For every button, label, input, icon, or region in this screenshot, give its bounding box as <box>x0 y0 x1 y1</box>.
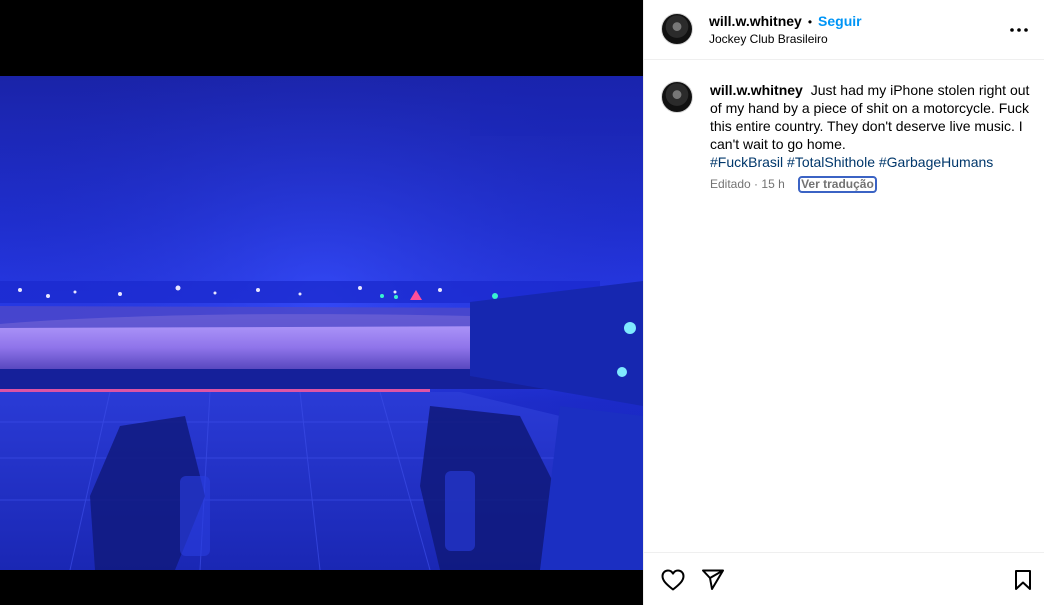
more-options-icon[interactable] <box>1007 18 1031 42</box>
location-link[interactable]: Jockey Club Brasileiro <box>709 31 828 47</box>
post-time[interactable]: 15 h <box>761 177 784 191</box>
caption-username[interactable]: will.w.whitney <box>710 82 803 98</box>
media-pane <box>0 0 643 605</box>
header-user-line: will.w.whitney • Seguir <box>709 12 862 31</box>
edited-label: Editado <box>710 177 751 191</box>
caption-avatar[interactable] <box>661 81 693 113</box>
see-translation-button[interactable]: Ver tradução <box>798 176 877 193</box>
avatar[interactable] <box>661 13 693 45</box>
hashtag-garbagehumans[interactable]: #GarbageHumans <box>879 154 993 170</box>
caption-meta: Editado · 15 h Ver tradução <box>710 176 877 193</box>
hashtag-fuckbrasil[interactable]: #FuckBrasil <box>710 154 783 170</box>
time-separator: · <box>754 177 759 191</box>
hashtag-totalshithole[interactable]: #TotalShithole <box>787 154 875 170</box>
action-bar <box>644 552 1044 605</box>
heart-icon[interactable] <box>660 567 686 593</box>
post-photo[interactable] <box>0 76 643 570</box>
post-details-panel: will.w.whitney • Seguir Jockey Club Brasil… <box>643 0 1044 605</box>
caption-text: will.w.whitney Just had my iPhone stolen… <box>710 81 1030 171</box>
instagram-post-view: will.w.whitney • Seguir Jockey Club Brasil… <box>0 0 1044 605</box>
bookmark-icon[interactable] <box>1010 567 1036 593</box>
concert-photo-illustration <box>0 76 643 570</box>
follow-button[interactable]: Seguir <box>818 13 862 29</box>
username-link[interactable]: will.w.whitney <box>709 13 802 29</box>
paper-plane-icon[interactable] <box>700 567 726 593</box>
post-header: will.w.whitney • Seguir Jockey Club Brasil… <box>644 0 1044 60</box>
separator-dot: • <box>807 15 813 29</box>
